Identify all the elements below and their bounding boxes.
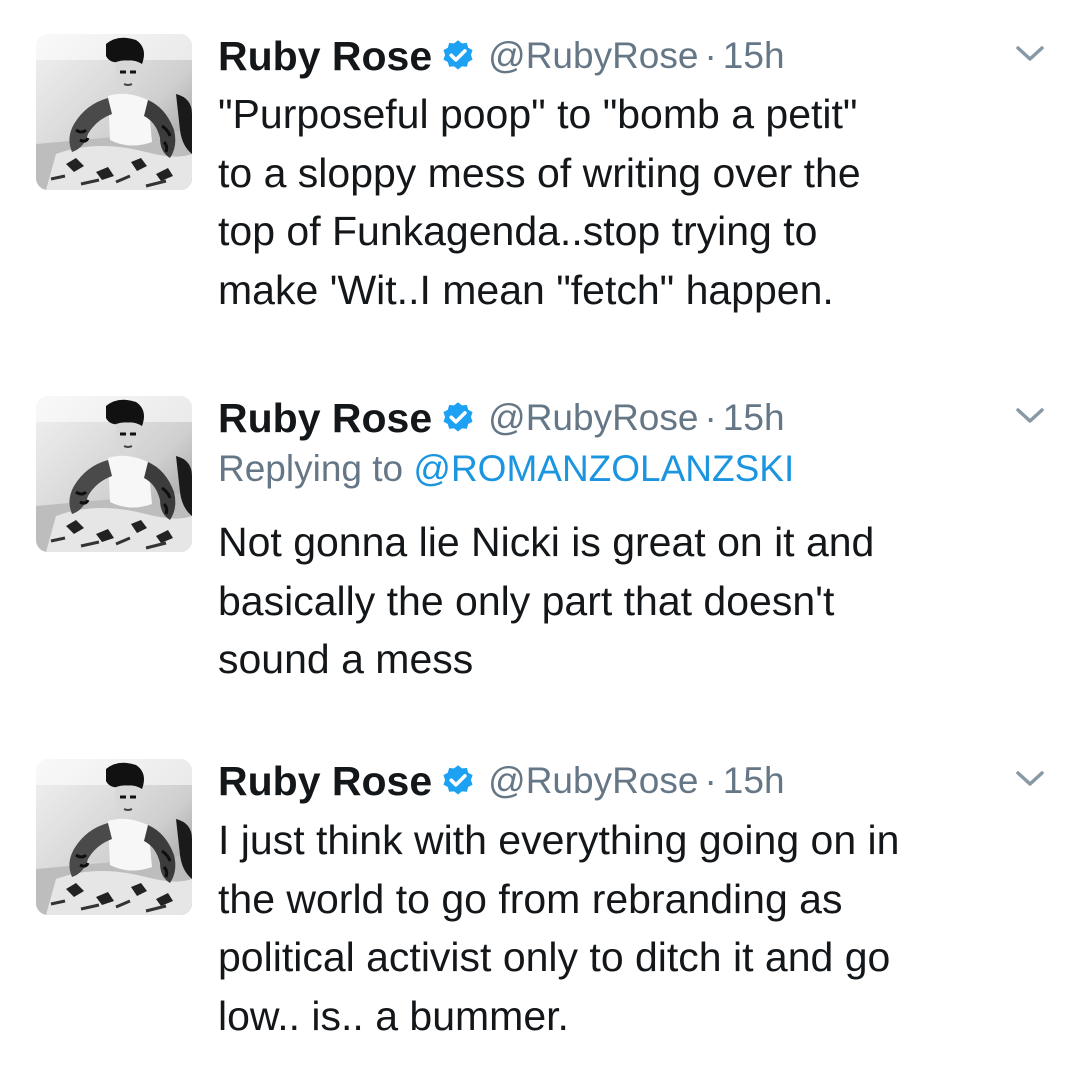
timestamp[interactable]: 15h [723, 35, 785, 77]
replying-to: Replying to @ROMANZOLANZSKI [218, 448, 794, 490]
separator-dot: · [704, 760, 717, 801]
display-name[interactable]: Ruby Rose [218, 758, 432, 805]
tweet-header: Ruby Rose @RubyRose · 15h [218, 755, 785, 807]
tweet-header: Ruby Rose @RubyRose · 15h [218, 30, 785, 82]
display-name[interactable]: Ruby Rose [218, 395, 432, 442]
replying-to-label: Replying to [218, 448, 404, 489]
user-handle[interactable]: @RubyRose [488, 35, 698, 77]
avatar-image [36, 396, 192, 552]
avatar-image [36, 759, 192, 915]
verified-badge-icon [443, 765, 473, 795]
reply-mention-link[interactable]: @ROMANZOLANZSKI [413, 448, 794, 489]
tweet-header: Ruby Rose @RubyRose · 15h [218, 392, 785, 444]
verified-badge-icon [443, 402, 473, 432]
avatar[interactable] [36, 759, 192, 915]
avatar[interactable] [36, 34, 192, 190]
verified-badge-icon [443, 40, 473, 70]
user-handle[interactable]: @RubyRose [488, 397, 698, 439]
separator-dot: · [704, 35, 717, 76]
chevron-down-icon[interactable] [1012, 42, 1048, 66]
tweet-text: I just think with everything going on in… [218, 817, 900, 1039]
timestamp[interactable]: 15h [723, 397, 785, 439]
user-handle[interactable]: @RubyRose [488, 760, 698, 802]
separator-dot: · [704, 397, 717, 438]
chevron-down-icon[interactable] [1012, 767, 1048, 791]
tweet-text: Not gonna lie Nicki is great on it and b… [218, 519, 875, 682]
display-name[interactable]: Ruby Rose [218, 33, 432, 80]
chevron-down-icon[interactable] [1012, 404, 1048, 428]
avatar[interactable] [36, 396, 192, 552]
timestamp[interactable]: 15h [723, 760, 785, 802]
tweet-text: "Purposeful poop" to "bomb a petit" to a… [218, 91, 861, 313]
avatar-image [36, 34, 192, 190]
